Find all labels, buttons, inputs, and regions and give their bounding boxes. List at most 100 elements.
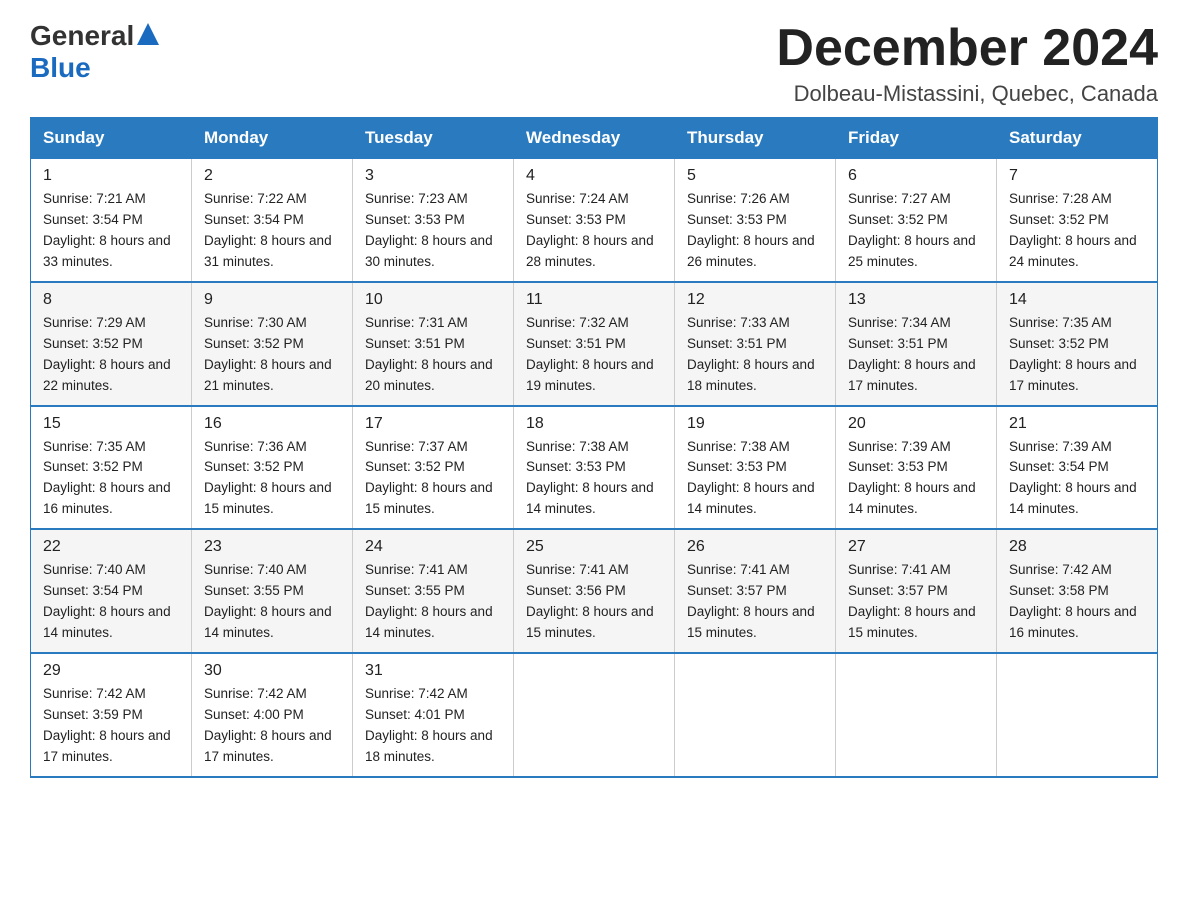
day-info: Sunrise: 7:33 AMSunset: 3:51 PMDaylight:… [687,313,823,397]
day-number: 28 [1009,538,1145,556]
day-info: Sunrise: 7:38 AMSunset: 3:53 PMDaylight:… [687,437,823,521]
calendar-cell: 22 Sunrise: 7:40 AMSunset: 3:54 PMDayligh… [31,529,192,653]
day-number: 1 [43,167,179,185]
day-number: 17 [365,415,501,433]
day-info: Sunrise: 7:42 AMSunset: 4:01 PMDaylight:… [365,684,501,768]
day-info: Sunrise: 7:41 AMSunset: 3:56 PMDaylight:… [526,560,662,644]
calendar-cell: 21 Sunrise: 7:39 AMSunset: 3:54 PMDayligh… [997,406,1158,530]
calendar-cell: 10 Sunrise: 7:31 AMSunset: 3:51 PMDayligh… [353,282,514,406]
day-info: Sunrise: 7:36 AMSunset: 3:52 PMDaylight:… [204,437,340,521]
calendar-week-2: 8Sunrise: 7:29 AMSunset: 3:52 PMDaylight… [31,282,1158,406]
day-info: Sunrise: 7:42 AMSunset: 4:00 PMDaylight:… [204,684,340,768]
day-info: Sunrise: 7:38 AMSunset: 3:53 PMDaylight:… [526,437,662,521]
calendar-cell: 14 Sunrise: 7:35 AMSunset: 3:52 PMDayligh… [997,282,1158,406]
calendar-cell: 13 Sunrise: 7:34 AMSunset: 3:51 PMDayligh… [836,282,997,406]
header-tuesday: Tuesday [353,118,514,159]
day-number: 5 [687,167,823,185]
day-info: Sunrise: 7:34 AMSunset: 3:51 PMDaylight:… [848,313,984,397]
calendar-cell: 6Sunrise: 7:27 AMSunset: 3:52 PMDaylight… [836,159,997,282]
day-info: Sunrise: 7:31 AMSunset: 3:51 PMDaylight:… [365,313,501,397]
calendar-cell: 4 Sunrise: 7:24 AMSunset: 3:53 PMDaylight… [514,159,675,282]
day-number: 30 [204,662,340,680]
day-number: 15 [43,415,179,433]
calendar-week-5: 29 Sunrise: 7:42 AMSunset: 3:59 PMDayligh… [31,653,1158,777]
day-number: 3 [365,167,501,185]
calendar-body: 1 Sunrise: 7:21 AMSunset: 3:54 PMDaylight… [31,159,1158,777]
calendar-cell: 26 Sunrise: 7:41 AMSunset: 3:57 PMDayligh… [675,529,836,653]
calendar-cell: 31Sunrise: 7:42 AMSunset: 4:01 PMDayligh… [353,653,514,777]
calendar-header: Sunday Monday Tuesday Wednesday Thursday… [31,118,1158,159]
calendar-cell: 3 Sunrise: 7:23 AMSunset: 3:53 PMDaylight… [353,159,514,282]
calendar-cell: 20Sunrise: 7:39 AMSunset: 3:53 PMDayligh… [836,406,997,530]
day-number: 9 [204,291,340,309]
header-friday: Friday [836,118,997,159]
day-info: Sunrise: 7:35 AMSunset: 3:52 PMDaylight:… [1009,313,1145,397]
calendar-cell: 8Sunrise: 7:29 AMSunset: 3:52 PMDaylight… [31,282,192,406]
calendar-cell: 24Sunrise: 7:41 AMSunset: 3:55 PMDayligh… [353,529,514,653]
day-info: Sunrise: 7:27 AMSunset: 3:52 PMDaylight:… [848,189,984,273]
calendar-cell: 17 Sunrise: 7:37 AMSunset: 3:52 PMDayligh… [353,406,514,530]
calendar-cell: 16 Sunrise: 7:36 AMSunset: 3:52 PMDayligh… [192,406,353,530]
day-number: 13 [848,291,984,309]
calendar-cell: 15 Sunrise: 7:35 AMSunset: 3:52 PMDayligh… [31,406,192,530]
day-number: 22 [43,538,179,556]
day-number: 16 [204,415,340,433]
header-wednesday: Wednesday [514,118,675,159]
day-info: Sunrise: 7:41 AMSunset: 3:55 PMDaylight:… [365,560,501,644]
day-info: Sunrise: 7:40 AMSunset: 3:54 PMDaylight:… [43,560,179,644]
day-number: 25 [526,538,662,556]
logo-triangle-icon [137,23,159,45]
day-info: Sunrise: 7:21 AMSunset: 3:54 PMDaylight:… [43,189,179,273]
day-info: Sunrise: 7:41 AMSunset: 3:57 PMDaylight:… [687,560,823,644]
header-saturday: Saturday [997,118,1158,159]
day-number: 29 [43,662,179,680]
header-monday: Monday [192,118,353,159]
logo-text-general: General [30,20,134,52]
day-info: Sunrise: 7:32 AMSunset: 3:51 PMDaylight:… [526,313,662,397]
calendar-cell [997,653,1158,777]
location-title: Dolbeau-Mistassini, Quebec, Canada [776,81,1158,107]
calendar-cell: 23Sunrise: 7:40 AMSunset: 3:55 PMDayligh… [192,529,353,653]
day-number: 18 [526,415,662,433]
calendar-cell: 30 Sunrise: 7:42 AMSunset: 4:00 PMDayligh… [192,653,353,777]
header-sunday: Sunday [31,118,192,159]
calendar-cell: 7Sunrise: 7:28 AMSunset: 3:52 PMDaylight… [997,159,1158,282]
day-number: 27 [848,538,984,556]
logo: General Blue [30,20,159,84]
day-info: Sunrise: 7:40 AMSunset: 3:55 PMDaylight:… [204,560,340,644]
calendar-week-1: 1 Sunrise: 7:21 AMSunset: 3:54 PMDaylight… [31,159,1158,282]
calendar-cell: 27 Sunrise: 7:41 AMSunset: 3:57 PMDayligh… [836,529,997,653]
day-info: Sunrise: 7:26 AMSunset: 3:53 PMDaylight:… [687,189,823,273]
day-info: Sunrise: 7:28 AMSunset: 3:52 PMDaylight:… [1009,189,1145,273]
logo-text-blue: Blue [30,52,91,83]
day-number: 12 [687,291,823,309]
day-number: 26 [687,538,823,556]
day-info: Sunrise: 7:37 AMSunset: 3:52 PMDaylight:… [365,437,501,521]
day-info: Sunrise: 7:42 AMSunset: 3:58 PMDaylight:… [1009,560,1145,644]
day-info: Sunrise: 7:35 AMSunset: 3:52 PMDaylight:… [43,437,179,521]
day-number: 11 [526,291,662,309]
day-info: Sunrise: 7:39 AMSunset: 3:54 PMDaylight:… [1009,437,1145,521]
day-info: Sunrise: 7:42 AMSunset: 3:59 PMDaylight:… [43,684,179,768]
day-number: 19 [687,415,823,433]
calendar-cell: 29 Sunrise: 7:42 AMSunset: 3:59 PMDayligh… [31,653,192,777]
calendar-cell: 9Sunrise: 7:30 AMSunset: 3:52 PMDaylight… [192,282,353,406]
calendar-cell: 19 Sunrise: 7:38 AMSunset: 3:53 PMDayligh… [675,406,836,530]
day-info: Sunrise: 7:41 AMSunset: 3:57 PMDaylight:… [848,560,984,644]
calendar-cell: 25 Sunrise: 7:41 AMSunset: 3:56 PMDayligh… [514,529,675,653]
calendar-week-4: 22 Sunrise: 7:40 AMSunset: 3:54 PMDayligh… [31,529,1158,653]
day-number: 20 [848,415,984,433]
calendar-cell: 5 Sunrise: 7:26 AMSunset: 3:53 PMDaylight… [675,159,836,282]
page-header: General Blue December 2024 Dolbeau-Mista… [30,20,1158,107]
day-info: Sunrise: 7:23 AMSunset: 3:53 PMDaylight:… [365,189,501,273]
day-info: Sunrise: 7:24 AMSunset: 3:53 PMDaylight:… [526,189,662,273]
day-info: Sunrise: 7:29 AMSunset: 3:52 PMDaylight:… [43,313,179,397]
day-number: 4 [526,167,662,185]
calendar-cell [836,653,997,777]
day-number: 2 [204,167,340,185]
month-title: December 2024 [776,20,1158,77]
day-number: 21 [1009,415,1145,433]
day-number: 10 [365,291,501,309]
calendar-cell: 18 Sunrise: 7:38 AMSunset: 3:53 PMDayligh… [514,406,675,530]
day-number: 14 [1009,291,1145,309]
